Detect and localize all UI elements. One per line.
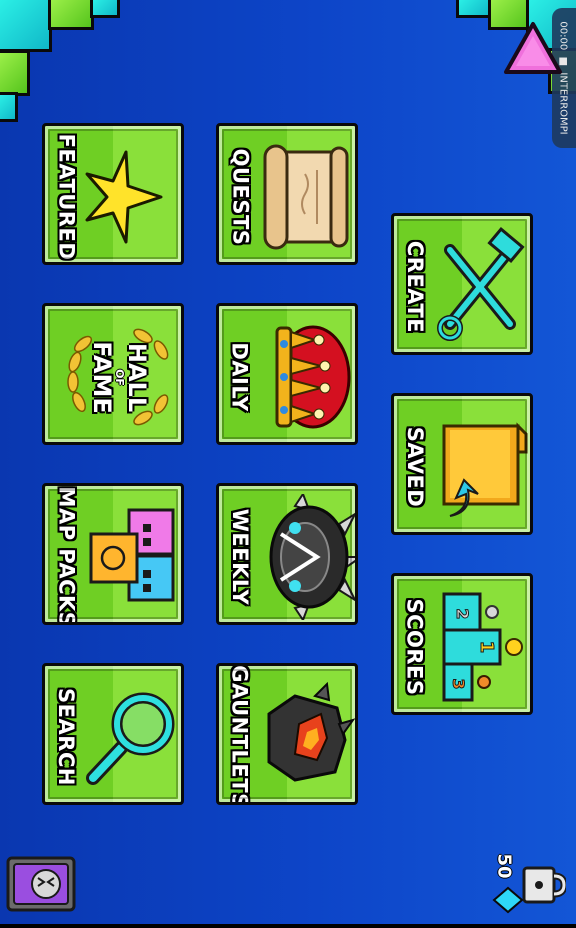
scores-label: SCORES: [403, 598, 427, 696]
weekly-label: WEEKLY: [228, 508, 253, 606]
game-screen: 00:00 ■ INTERROMPI FEATURED HALL OF FAME…: [0, 0, 576, 924]
lock-icon[interactable]: [520, 860, 568, 910]
corner-block: [48, 0, 94, 30]
vault-icon[interactable]: [6, 854, 78, 914]
map-packs-label: MAP PACKS: [54, 486, 79, 625]
hall-of-fame-button[interactable]: HALL OF FAME: [42, 303, 184, 445]
map-packs-button[interactable]: MAP PACKS: [42, 483, 184, 625]
scroll-icon: [255, 134, 355, 260]
quests-label: QUESTS: [228, 148, 253, 246]
podium-place-third: 3: [449, 678, 468, 689]
create-label: CREATE: [403, 240, 428, 334]
weekly-button[interactable]: WEEKLY: [216, 483, 358, 625]
search-button[interactable]: SEARCH: [42, 663, 184, 805]
saved-button[interactable]: SAVED: [391, 393, 533, 535]
create-button[interactable]: CREATE: [391, 213, 533, 355]
search-label: SEARCH: [54, 688, 79, 786]
corner-block: [0, 50, 30, 96]
featured-button[interactable]: FEATURED: [42, 123, 184, 265]
scores-button[interactable]: SCORES 1 2 3: [391, 573, 533, 715]
quests-button[interactable]: QUESTS: [216, 123, 358, 265]
gauntlet-icon: [255, 674, 355, 800]
podium-place-first: 1: [476, 641, 497, 654]
corner-block: [0, 0, 52, 52]
corner-block: [456, 0, 492, 18]
podium-icon: 1 2 3: [430, 584, 530, 710]
corner-block: [0, 92, 18, 122]
diamond-count: 50: [493, 853, 515, 879]
hall-of-fame-label-word: HALL: [122, 342, 151, 412]
gauntlets-label: GAUNTLETS: [228, 665, 253, 805]
back-arrow-icon[interactable]: [500, 20, 566, 78]
hall-of-fame-label: HALL OF FAME: [71, 316, 167, 438]
map-pack-icon: [81, 494, 181, 620]
bottom-edge: [0, 924, 576, 928]
folder-icon: [430, 404, 530, 530]
hall-of-fame-label-word: FAME: [87, 340, 116, 414]
magnifier-icon: [81, 674, 181, 800]
daily-label: DAILY: [228, 342, 253, 412]
saved-label: SAVED: [403, 426, 428, 508]
spiked-helmet-icon: [255, 491, 355, 622]
featured-label: FEATURED: [54, 133, 79, 261]
gauntlets-button[interactable]: GAUNTLETS: [216, 663, 358, 805]
status-recording-label[interactable]: INTERROMPI: [558, 72, 569, 134]
star-icon: [81, 134, 181, 260]
daily-button[interactable]: DAILY: [216, 303, 358, 445]
wrench-hammer-icon: [430, 224, 530, 350]
corner-block: [90, 0, 120, 18]
podium-place-second: 2: [453, 608, 472, 619]
crown-icon: [255, 314, 355, 440]
